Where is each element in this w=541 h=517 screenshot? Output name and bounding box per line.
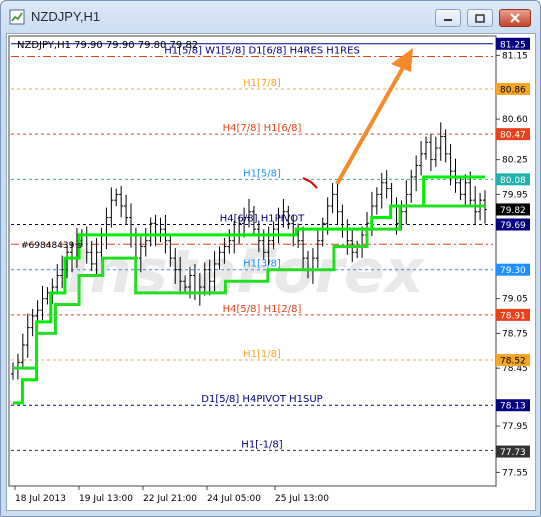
price-tag: 80.86 <box>496 82 530 95</box>
y-tick-label: 78.75 <box>502 329 528 339</box>
minimize-icon <box>444 19 452 21</box>
price-bar <box>109 187 114 228</box>
price-bar <box>458 177 463 201</box>
price-bar <box>30 308 35 337</box>
y-tick-label: 77.55 <box>502 468 528 478</box>
price-tag: 79.69 <box>496 218 530 231</box>
forecast-arrow[interactable] <box>335 48 413 185</box>
watermark-text: InstaForex <box>67 237 426 307</box>
level-label-3: H4[7/8] H1[6/8] <box>223 123 302 134</box>
price-bar <box>11 362 15 380</box>
level-label-8: H4[5/8] H1[2/8] <box>223 304 302 315</box>
x-tick-label: 22 Jul 21:00 <box>143 494 197 504</box>
x-tick-label: 19 Jul 13:00 <box>79 494 133 504</box>
price-bar <box>379 172 384 209</box>
price-bar <box>433 136 438 167</box>
price-tag: 78.52 <box>496 354 530 367</box>
price-bar <box>119 185 124 218</box>
price-tag-label: 78.91 <box>500 311 526 321</box>
price-tag: 81.25 <box>496 37 530 50</box>
price-tag-label: 80.47 <box>500 131 526 141</box>
price-bar <box>45 287 50 305</box>
price-tag-label: 80.86 <box>500 85 526 95</box>
y-tick-label: 81.15 <box>502 51 528 61</box>
price-tag-label: 77.73 <box>500 448 526 458</box>
level-label-10: D1[5/8] H4PIVOT H1SUP <box>201 394 322 405</box>
chart-app-icon <box>9 9 25 25</box>
chart-area[interactable]: InstaForex H1[5/8] W1[5/8] D1[6/8] H4RES… <box>6 33 536 511</box>
y-tick-label: 80.60 <box>502 115 528 125</box>
price-bar <box>55 264 60 295</box>
price-bar <box>414 155 419 192</box>
minimize-button[interactable] <box>435 9 461 27</box>
price-tag-label: 78.13 <box>500 402 526 412</box>
price-bar <box>114 188 119 206</box>
level-label-9: H1[1/8] <box>243 349 281 360</box>
price-tag: 79.82 <box>496 203 530 216</box>
price-bar <box>438 122 443 161</box>
price-bar <box>124 194 129 225</box>
price-tag: 77.73 <box>496 445 530 458</box>
object-label: #69848439 s <box>21 241 82 251</box>
price-tag-label: 78.52 <box>500 357 526 367</box>
price-tag: 78.91 <box>496 308 530 321</box>
window-title: NZDJPY,H1 <box>31 9 101 24</box>
title-bar[interactable]: NZDJPY,H1 <box>1 1 540 33</box>
level-label-2: H1[7/8] <box>243 78 281 89</box>
price-bar <box>374 187 379 215</box>
price-chart[interactable]: InstaForex H1[5/8] W1[5/8] D1[6/8] H4RES… <box>7 34 535 510</box>
price-bar <box>330 183 335 214</box>
price-bar <box>419 141 424 176</box>
y-tick-label: 77.95 <box>502 422 528 432</box>
price-bar <box>340 204 345 238</box>
price-tag-label: 80.08 <box>500 176 526 186</box>
price-bar <box>335 180 340 225</box>
maximize-icon <box>475 13 485 23</box>
price-tag: 80.47 <box>496 128 530 141</box>
price-tag: 79.30 <box>496 263 530 276</box>
x-tick-label: 24 Jul 05:00 <box>207 494 261 504</box>
price-tag-label: 79.82 <box>500 206 526 216</box>
price-tag: 78.13 <box>496 399 530 412</box>
price-bar <box>428 133 433 171</box>
price-bar <box>20 333 25 370</box>
close-icon <box>510 13 520 23</box>
price-tag-label: 79.30 <box>500 266 526 276</box>
maximize-button[interactable] <box>467 9 493 27</box>
level-label-4: H1[5/8] <box>243 168 281 179</box>
trend-segment <box>302 177 318 189</box>
price-tag: 80.08 <box>496 173 530 186</box>
price-bar <box>424 136 428 160</box>
level-label-11: H1[-1/8] <box>241 439 282 450</box>
price-tag-label: 79.69 <box>500 221 526 231</box>
y-tick-label: 79.95 <box>502 190 528 200</box>
y-tick-label: 79.05 <box>502 295 528 305</box>
x-tick-label: 18 Jul 2013 <box>15 494 66 504</box>
price-bar <box>384 170 389 199</box>
symbol-info: NZDJPY,H1 79.90 79.90 79.80 79.82 <box>17 40 198 51</box>
price-bar <box>409 169 414 203</box>
price-bar <box>15 353 20 380</box>
price-bar <box>25 313 30 358</box>
price-tag-label: 81.25 <box>500 40 526 50</box>
x-tick-label: 25 Jul 13:00 <box>275 494 329 504</box>
price-bar <box>404 180 409 225</box>
y-tick-label: 80.25 <box>502 156 528 166</box>
arrow-shaft <box>335 63 407 185</box>
close-button[interactable] <box>499 9 531 27</box>
level-label-7: H1[3/8] <box>243 259 281 270</box>
chart-window: NZDJPY,H1 InstaForex H1[5/8] W1[5/8] D1[… <box>0 0 541 517</box>
